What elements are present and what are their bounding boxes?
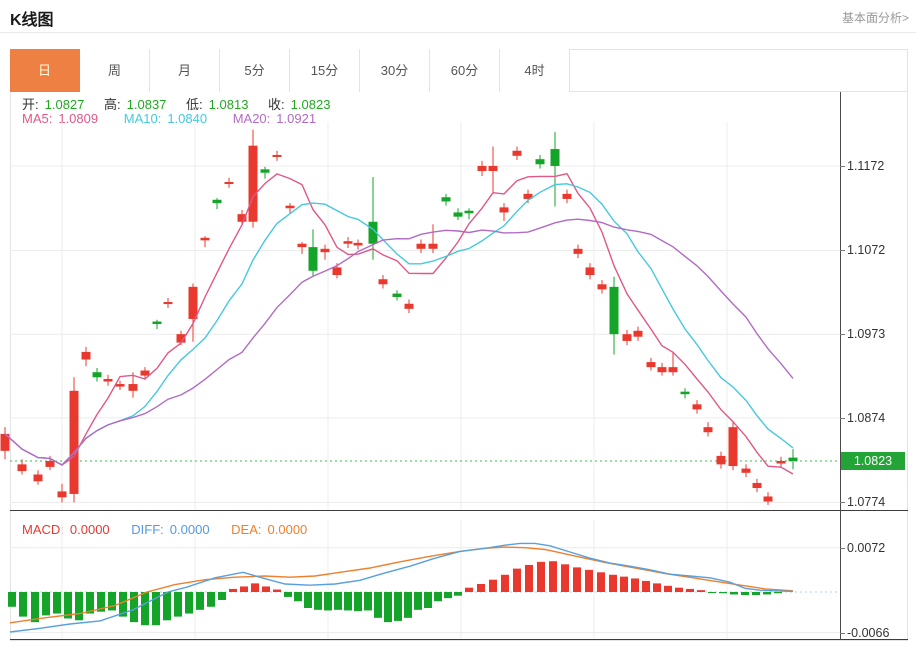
close-label: 收: xyxy=(268,97,285,112)
page-title: K线图 xyxy=(10,12,54,29)
kline-page: K线图 基本面分析> 日 周 月 5分 15分 30分 60分 4时 开: 1.0… xyxy=(0,0,916,646)
tab-week[interactable]: 周 xyxy=(80,49,150,92)
tab-30min[interactable]: 30分 xyxy=(360,49,430,92)
low-value: 1.0813 xyxy=(208,97,249,112)
fundamental-analysis-link[interactable]: 基本面分析> xyxy=(842,9,909,26)
macd-chart-canvas[interactable] xyxy=(0,520,840,640)
tab-60min[interactable]: 60分 xyxy=(430,49,500,92)
tab-15min[interactable]: 15分 xyxy=(290,49,360,92)
tab-month[interactable]: 月 xyxy=(150,49,220,92)
close-value: 1.0823 xyxy=(290,97,331,112)
price-axis-tick-2: 1.1072 xyxy=(840,242,905,258)
tab-4hour[interactable]: 4时 xyxy=(500,49,570,92)
title-divider xyxy=(0,32,916,33)
macd-plot-bottom-border xyxy=(10,639,908,640)
tab-5min[interactable]: 5分 xyxy=(220,49,290,92)
high-value: 1.0837 xyxy=(126,97,167,112)
price-axis-border xyxy=(840,92,841,640)
high-label: 高: xyxy=(104,97,121,112)
period-tab-bar: 日 周 月 5分 15分 30分 60分 4时 xyxy=(10,49,908,92)
main-plot-bottom-border xyxy=(10,510,908,511)
price-axis-tick-1: 1.1172 xyxy=(840,158,905,174)
candlestick-chart-canvas[interactable] xyxy=(0,122,840,510)
open-value: 1.0827 xyxy=(44,97,85,112)
macd-axis-tick-low: -0.0066 xyxy=(840,625,905,641)
price-axis-tick-4: 1.0874 xyxy=(840,410,905,426)
last-price-badge: 1.0823 xyxy=(841,451,905,470)
low-label: 低: xyxy=(186,97,203,112)
open-label: 开: xyxy=(22,97,39,112)
price-axis-tick-5: 1.0774 xyxy=(840,494,905,510)
price-axis-tick-3: 1.0973 xyxy=(840,326,905,342)
tab-day[interactable]: 日 xyxy=(10,49,80,92)
macd-axis-tick-high: 0.0072 xyxy=(840,540,905,556)
